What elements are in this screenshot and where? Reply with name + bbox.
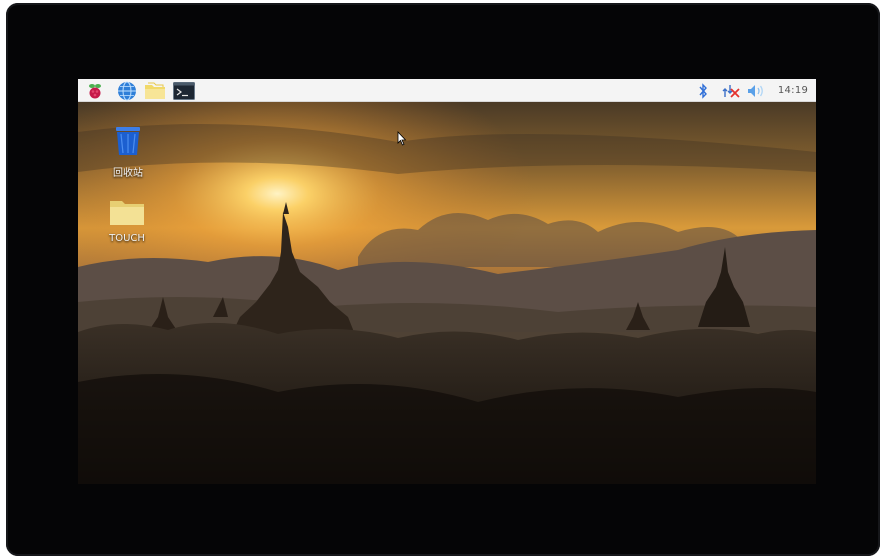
screen: 14:19 回收站 TOUCH	[78, 79, 816, 484]
bluetooth-icon[interactable]	[695, 80, 711, 101]
taskbar: 14:19	[78, 79, 816, 102]
terminal-icon[interactable]	[172, 80, 196, 101]
clock[interactable]: 14:19	[774, 80, 812, 101]
volume-icon[interactable]	[746, 80, 768, 101]
desktop-icon-label: 回收站	[113, 168, 143, 179]
desktop-icon-label: TOUCH	[109, 233, 145, 244]
file-manager-icon[interactable]	[143, 80, 167, 101]
network-disconnected-icon[interactable]	[721, 80, 741, 101]
desktop-icon-trash[interactable]: 回收站	[98, 124, 158, 179]
raspberry-menu-icon[interactable]	[84, 80, 106, 101]
desktop-icon-touch-folder[interactable]: TOUCH	[97, 197, 157, 244]
mouse-cursor-icon	[397, 131, 407, 146]
trash-icon	[116, 127, 140, 155]
folder-icon	[110, 201, 144, 225]
desktop-wallpaper	[78, 102, 816, 484]
web-browser-icon[interactable]	[115, 80, 139, 101]
